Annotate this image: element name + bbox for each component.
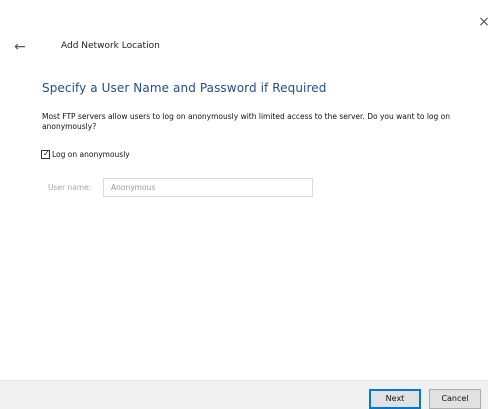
next-button[interactable]: Next [369, 389, 421, 409]
user-name-label: User name: [48, 183, 92, 192]
close-button[interactable]: × [476, 14, 488, 30]
dialog-footer: Next Cancel [0, 380, 488, 409]
cancel-button[interactable]: Cancel [429, 389, 481, 409]
checkbox-box[interactable]: ✓ [41, 149, 50, 159]
page-heading: Specify a User Name and Password if Requ… [42, 81, 327, 95]
window-title: Add Network Location [61, 41, 160, 51]
page-description: Most FTP servers allow users to log on a… [42, 112, 450, 131]
add-network-location-dialog: × ← Add Network Location Specify a User … [0, 0, 488, 409]
user-name-input[interactable]: Anonymous [103, 178, 313, 197]
back-arrow-icon: ← [14, 39, 26, 55]
checkmark-icon: ✓ [43, 149, 50, 158]
back-button[interactable]: ← [14, 38, 32, 56]
log-on-anonymously-checkbox[interactable]: ✓ Log on anonymously [41, 149, 130, 159]
log-on-anonymously-label: Log on anonymously [52, 150, 130, 159]
close-icon: × [478, 14, 488, 30]
